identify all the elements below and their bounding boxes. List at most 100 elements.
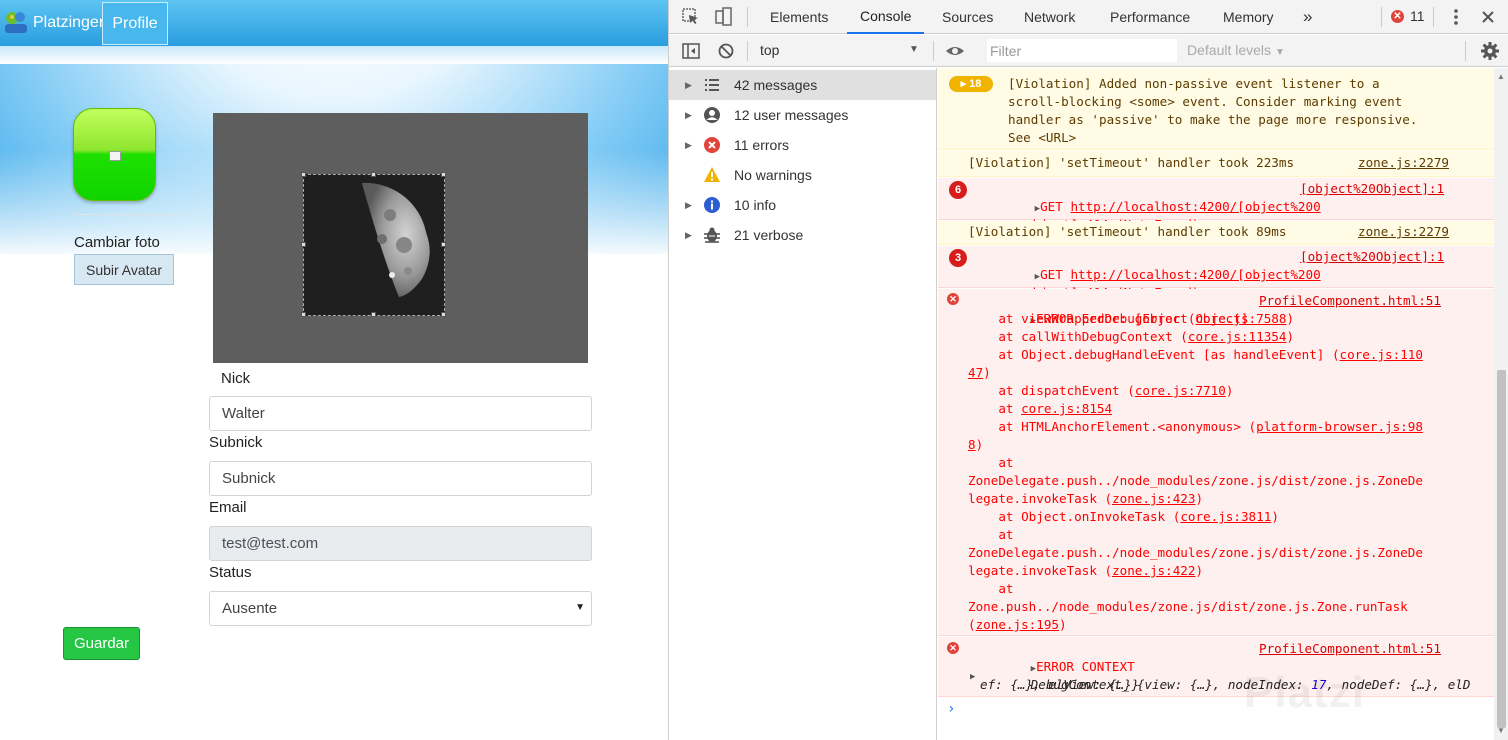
avatar-button[interactable] [73,108,156,201]
expand-arrow-icon[interactable]: ▶ [685,140,692,151]
crop-area[interactable] [301,172,446,317]
inspect-element-icon[interactable] [681,7,701,27]
sidebar-item-warnings[interactable]: No warnings [669,160,936,190]
source-link[interactable]: [object%20Object]:1 [1300,180,1444,198]
console-error-message[interactable]: 6 ▶GET http://localhost:4200/[object%200… [938,178,1494,232]
console-warning-message[interactable]: ▸ 18 [Violation] Added non-passive event… [938,68,1494,150]
subnick-input[interactable]: Subnick [209,461,592,496]
stack-text: at viewWrappedDebugError ( [968,311,1196,326]
sidebar-item-errors[interactable]: ▶ 11 errors [669,130,936,160]
caret-down-icon: ▼ [1274,47,1285,58]
app-window: Platzinger Profile Cambiar foto Subir Av… [0,0,668,740]
crop-handle-tl[interactable] [301,172,306,177]
stack-link[interactable]: core.js:3811 [1180,509,1271,524]
email-input[interactable]: test@test.com [209,526,592,561]
expand-arrow-icon[interactable]: ▶ [685,200,692,211]
console-error-message[interactable]: 3 ▶GET http://localhost:4200/[object%200… [938,246,1494,300]
stack-link[interactable]: zone.js:423 [1112,491,1195,506]
filter-input[interactable]: Filter [987,39,1177,62]
stack-line: at core.js:8154 [968,400,1112,418]
device-toggle-icon[interactable] [713,7,733,27]
expand-arrow-icon[interactable]: ▶ [685,80,692,91]
stack-link[interactable]: zone.js:195 [976,617,1059,632]
message-text: [Violation] 'setTimeout' handler took 22… [968,155,1295,170]
tab-console[interactable]: Console [847,0,925,34]
tab-network[interactable]: Network [1024,0,1075,34]
sidebar-item-info[interactable]: ▶ 10 info [669,190,936,220]
scroll-up-icon[interactable]: ▲ [1497,72,1505,81]
stack-link[interactable]: core.js:7710 [1135,383,1226,398]
stack-link[interactable]: core.js:8154 [1021,401,1112,416]
source-link[interactable]: zone.js:2279 [1358,223,1449,241]
more-tabs-button[interactable]: » [1303,0,1312,34]
scrollbar-thumb[interactable] [1497,370,1506,728]
stack-line: at viewWrappedDebugError (core.js:7588) [968,310,1294,328]
tab-elements[interactable]: Elements [770,0,828,34]
stack-link[interactable]: zone.js:422 [1112,563,1195,578]
console-warning-message[interactable]: [Violation] 'setTimeout' handler took 22… [938,151,1494,177]
crop-handle-r[interactable] [441,242,446,247]
tab-memory[interactable]: Memory [1223,0,1274,34]
crop-handle-l[interactable] [301,242,306,247]
console-error-context[interactable]: ✕ ▶ERROR CONTEXT ProfileComponent.html:5… [938,637,1494,697]
crop-handle-t[interactable] [371,172,376,177]
console-scrollbar[interactable]: ▲ ▼ [1494,68,1508,740]
scroll-down-icon[interactable]: ▼ [1497,726,1505,735]
moon-image [362,182,430,297]
stack-link[interactable]: core.js:110 [1340,347,1423,362]
sidebar-item-user-messages[interactable]: ▶ 12 user messages [669,100,936,130]
info-icon [704,197,720,213]
expand-arrow-icon[interactable]: ▶ [970,668,975,686]
eye-icon[interactable] [945,41,965,61]
navbar: Platzinger Profile [0,0,668,46]
kebab-menu-icon[interactable] [1446,7,1466,27]
nick-label: Nick [221,370,251,387]
guardar-button[interactable]: Guardar [63,627,140,660]
message-text: handler as 'passive' to make the page mo… [1008,112,1418,127]
stack-line: (zone.js:195) [968,616,1067,634]
settings-gear-icon[interactable] [1480,41,1500,61]
source-link[interactable]: ProfileComponent.html:51 [1259,292,1441,310]
nav-profile-link[interactable]: Profile [102,2,168,45]
separator [1381,7,1382,27]
source-link[interactable]: [object%20Object]:1 [1300,248,1444,266]
expand-arrow-icon[interactable]: ▶ [685,230,692,241]
stack-text: ) [1195,491,1204,506]
crop-handle-bl[interactable] [301,312,306,317]
source-link[interactable]: ProfileComponent.html:51 [1259,640,1441,658]
nick-input[interactable]: Walter [209,396,592,431]
context-selector[interactable]: top [760,42,779,58]
sidebar-item-label: 11 errors [734,137,789,153]
stack-link[interactable]: 8 [968,437,976,452]
subir-avatar-button[interactable]: Subir Avatar [74,254,174,285]
source-link[interactable]: zone.js:2279 [1358,154,1449,172]
expand-arrow-icon[interactable]: ▶ [685,110,692,121]
stack-link[interactable]: 47 [968,365,983,380]
stack-link[interactable]: platform-browser.js:98 [1256,419,1423,434]
image-cropper[interactable] [213,113,588,363]
error-icon: ✕ [1391,9,1404,23]
console-error-stack-trace[interactable]: ✕ ▶ERROR Error: [object Object] ProfileC… [938,289,1494,636]
error-counter[interactable]: ✕ 11 [1391,8,1425,24]
caret-down-icon[interactable]: ▼ [909,44,919,55]
sidebar-item-messages[interactable]: ▶ 42 messages [669,70,936,100]
stack-link[interactable]: core.js:7588 [1195,311,1286,326]
tab-sources[interactable]: Sources [942,0,993,34]
log-levels-dropdown[interactable]: Default levels ▼ [1187,42,1285,58]
close-icon[interactable] [1478,7,1498,27]
stack-text: ( [968,617,976,632]
console-output[interactable]: ▸ 18 [Violation] Added non-passive event… [938,68,1494,740]
status-select[interactable]: Ausente ▼ [209,591,592,626]
stack-link[interactable]: core.js:11354 [1188,329,1287,344]
console-warning-message[interactable]: [Violation] 'setTimeout' handler took 89… [938,221,1494,245]
clear-console-icon[interactable] [716,41,736,61]
crop-handle-tr[interactable] [441,172,446,177]
crop-handle-br[interactable] [441,312,446,317]
crop-handle-b[interactable] [371,312,376,317]
console-prompt-icon[interactable]: › [947,700,955,718]
stack-line: legate.invokeTask (zone.js:422) [968,562,1203,580]
brand[interactable]: Platzinger [2,5,104,41]
tab-performance[interactable]: Performance [1110,0,1190,34]
sidebar-toggle-icon[interactable] [681,41,701,61]
sidebar-item-verbose[interactable]: ▶ 21 verbose [669,220,936,250]
